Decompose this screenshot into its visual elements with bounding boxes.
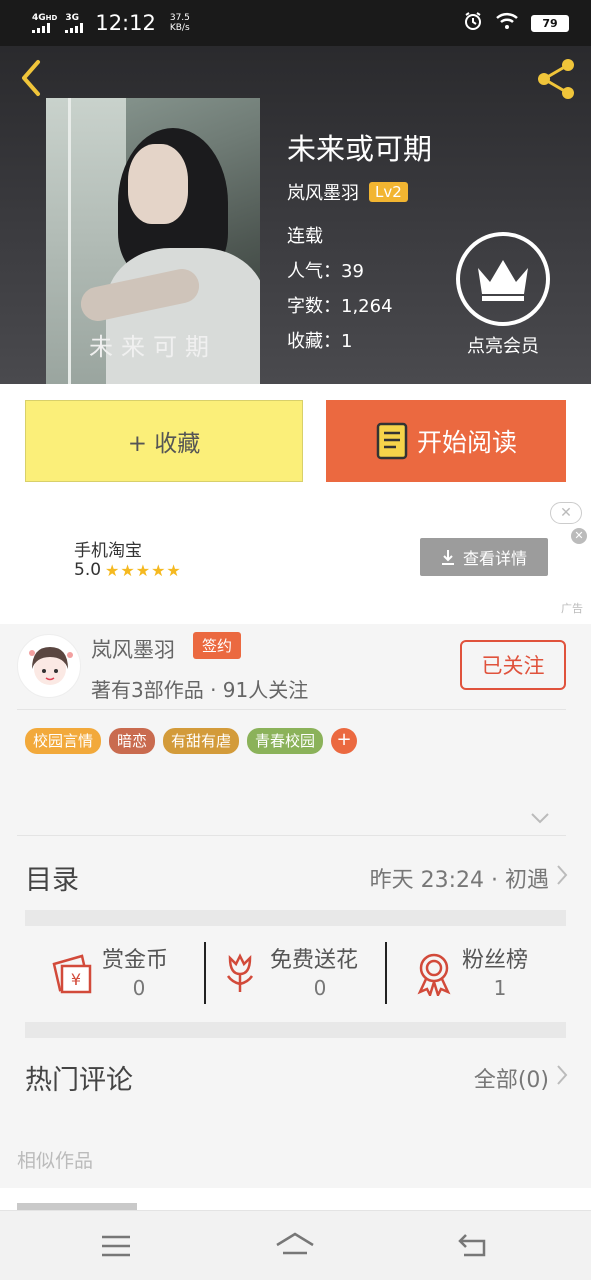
back-button[interactable]: [14, 56, 54, 100]
share-button[interactable]: [532, 56, 582, 102]
alarm-icon: [463, 11, 483, 35]
wifi-icon: [495, 12, 519, 34]
ad-close-button[interactable]: ✕: [550, 502, 582, 524]
signed-badge: 签约: [193, 632, 242, 659]
signal-4g: 4GHD: [32, 13, 57, 33]
author-card: 岚风墨羽 签约 著有3部作品 · 91人关注 已关注 校园言情 暗恋 有甜有虐 …: [0, 624, 591, 836]
word-count: 字数：1,264: [287, 296, 393, 317]
status-bar: 4GHD 3G 12:12 37.5 KB/s 79: [0, 0, 591, 46]
gift-bar: ¥ 赏金币 0 免费送花 0 粉丝榜 1: [0, 942, 591, 1006]
chevron-right-icon: [557, 865, 568, 885]
crown-icon: [478, 260, 528, 301]
tag-item[interactable]: 暗恋: [109, 728, 156, 754]
menu-icon: [102, 1235, 130, 1257]
ad-banner[interactable]: 手机淘宝 5.0 ★★★★★ 查看详情 ✕ ✕ 广告: [0, 496, 591, 624]
battery-indicator: 79: [531, 14, 569, 32]
similar-works-title: 相似作品: [17, 1150, 94, 1172]
book-cover[interactable]: 未来可期: [46, 98, 260, 384]
similar-work-thumbnail[interactable]: [17, 1203, 137, 1210]
clock: 12:12: [95, 11, 156, 35]
author-card-name[interactable]: 岚风墨羽: [91, 634, 175, 664]
tag-item[interactable]: 校园言情: [25, 728, 102, 754]
author-name[interactable]: 岚风墨羽: [287, 179, 359, 205]
tag-item[interactable]: 有甜有虐: [163, 728, 240, 754]
follow-button[interactable]: 已关注: [460, 640, 566, 690]
system-nav-bar: [0, 1210, 591, 1280]
book-header: 未来可期 未来或可期 岚风墨羽 Lv2 连载 人气：39 字数：1,264 收藏…: [0, 46, 591, 384]
download-icon: [441, 550, 454, 565]
book-icon: [376, 422, 408, 460]
ad-app-name: 手机淘宝: [74, 541, 142, 561]
vip-label: 点亮会员: [467, 336, 539, 357]
home-icon: [276, 1232, 314, 1255]
share-icon: [538, 59, 574, 99]
vip-button[interactable]: 点亮会员: [456, 232, 550, 358]
section-divider: [25, 1022, 566, 1038]
home-button[interactable]: [275, 1231, 315, 1261]
avatar[interactable]: [17, 634, 81, 698]
reward-coins-button[interactable]: ¥ 赏金币 0: [50, 942, 190, 1006]
chevron-right-icon: [557, 1065, 568, 1085]
hot-comments-row[interactable]: 热门评论 全部(0): [0, 1040, 591, 1114]
directory-title: 目录: [25, 865, 79, 896]
network-speed: 37.5 KB/s: [169, 13, 190, 33]
all-comments-link[interactable]: 全部(0): [474, 1062, 549, 1094]
signal-3g: 3G: [65, 13, 84, 33]
start-reading-button[interactable]: 开始阅读: [326, 400, 566, 482]
ad-tag: 广告: [561, 602, 583, 615]
network-type-4g: 4G: [32, 13, 46, 23]
ad-view-details-button[interactable]: 查看详情: [420, 538, 548, 576]
flower-icon: [226, 953, 254, 992]
menu-button[interactable]: [96, 1231, 136, 1261]
free-flowers-button[interactable]: 免费送花 0: [222, 942, 372, 1006]
back-icon: [458, 1234, 486, 1257]
rating-stars: ★★★★★: [105, 560, 182, 580]
collect-button[interactable]: + 收藏: [25, 400, 303, 482]
divider: [17, 709, 566, 710]
medal-icon: [417, 953, 451, 996]
fan-ranking-button[interactable]: 粉丝榜 1: [414, 942, 554, 1006]
action-bar: + 收藏 开始阅读: [0, 384, 591, 496]
network-hd: HD: [45, 14, 58, 22]
level-badge: Lv2: [369, 182, 408, 202]
author-stats: 著有3部作品 · 91人关注: [91, 678, 309, 702]
tag-item[interactable]: 青春校园: [247, 728, 324, 754]
add-tag-button[interactable]: +: [331, 728, 358, 754]
svg-text:¥: ¥: [71, 970, 81, 989]
chevron-down-icon[interactable]: [530, 812, 550, 824]
popularity: 人气：39: [287, 261, 364, 282]
coin-icon: ¥: [52, 954, 92, 994]
section-divider: [25, 910, 566, 926]
ad-rating: 5.0 ★★★★★: [74, 560, 182, 580]
book-title: 未来或可期: [287, 132, 433, 166]
network-type-3g: 3G: [65, 13, 79, 23]
hot-comments-title: 热门评论: [25, 1065, 133, 1096]
start-reading-label: 开始阅读: [416, 428, 517, 457]
serial-status: 连载: [287, 226, 323, 247]
cover-title: 未来可期: [89, 333, 217, 361]
back-arrow-icon: [22, 60, 40, 96]
back-nav-button[interactable]: [454, 1231, 494, 1261]
favorites-count: 收藏：1: [287, 331, 353, 352]
directory-row[interactable]: 目录 昨天 23:24 · 初遇: [0, 836, 591, 910]
latest-chapter: 昨天 23:24 · 初遇: [369, 868, 549, 893]
tag-list: 校园言情 暗恋 有甜有虐 青春校园 +: [25, 728, 358, 754]
ad-dismiss-icon[interactable]: ✕: [571, 528, 587, 544]
